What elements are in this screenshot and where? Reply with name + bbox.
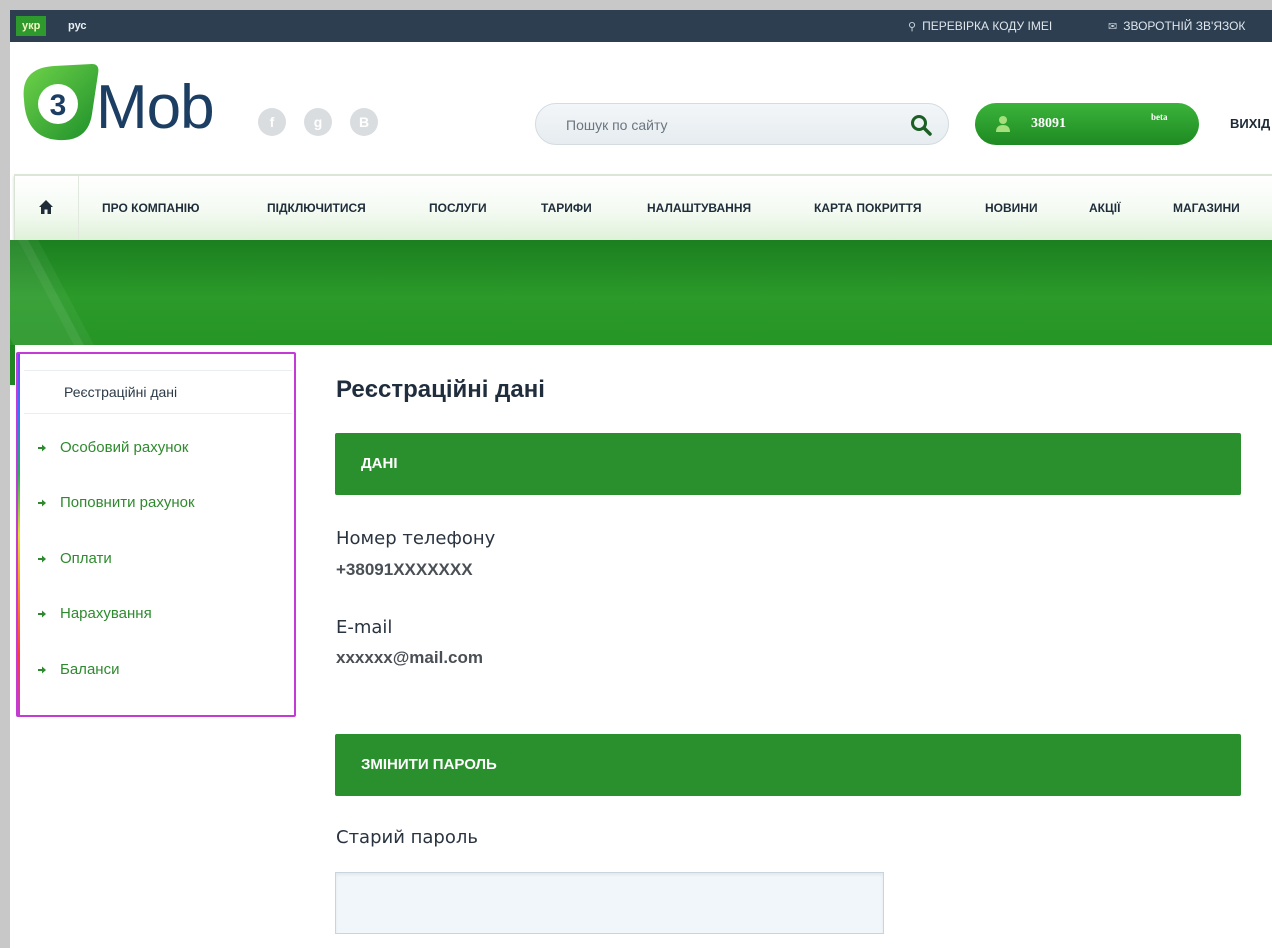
logo-digit: 3: [50, 89, 67, 122]
nav-item-settings[interactable]: НАЛАШТУВАННЯ: [647, 176, 751, 240]
feedback-link[interactable]: ✉ ЗВОРОТНІЙ ЗВ'ЯЗОК: [1108, 10, 1245, 42]
site-search: [535, 103, 949, 145]
beta-badge: beta: [1151, 112, 1168, 122]
sidebar-item-label: Баланси: [60, 661, 120, 678]
user-icon: [996, 116, 1010, 132]
top-utility-bar: укр рус ⚲ ПЕРЕВІРКА КОДУ IMEI ✉ ЗВОРОТНІЙ …: [10, 10, 1272, 42]
email-label: E-mail: [336, 617, 393, 638]
sidebar-item-registration-active[interactable]: Реєстраційні дані: [24, 370, 292, 414]
nav-item-news[interactable]: НОВИНИ: [985, 176, 1038, 240]
logo-text: Mob: [96, 73, 215, 142]
facebook-icon[interactable]: f: [258, 108, 286, 136]
sidebar-item-balances[interactable]: Баланси: [38, 658, 119, 682]
arrow-right-icon: [38, 610, 46, 618]
nav-item-about[interactable]: ПРО КОМПАНІЮ: [102, 176, 199, 240]
sidebar-item-label: Нарахування: [60, 605, 152, 622]
lang-ukr-button[interactable]: укр: [16, 16, 47, 36]
page-root: укр рус ⚲ ПЕРЕВІРКА КОДУ IMEI ✉ ЗВОРОТНІЙ …: [0, 0, 1272, 948]
envelope-icon: ✉: [1108, 21, 1118, 33]
nav-item-promotions[interactable]: АКЦІЇ: [1089, 176, 1120, 240]
data-section-header: ДАНІ: [335, 433, 1241, 495]
window-frame-left: [0, 0, 10, 948]
google-plus-icon[interactable]: g: [304, 108, 332, 136]
phone-label: Номер телефону: [336, 528, 496, 549]
arrow-right-icon: [38, 499, 46, 507]
account-sidebar: Реєстраційні дані Особовий рахунок Попов…: [16, 352, 296, 717]
imei-check-link[interactable]: ⚲ ПЕРЕВІРКА КОДУ IMEI: [908, 10, 1052, 42]
sidebar-item-top-up[interactable]: Поповнити рахунок: [38, 491, 195, 515]
account-number: 38091: [1031, 116, 1066, 131]
nav-item-coverage-map[interactable]: КАРТА ПОКРИТТЯ: [814, 176, 921, 240]
old-password-label: Старий пароль: [336, 827, 478, 848]
nav-item-tariffs[interactable]: ТАРИФИ: [541, 176, 592, 240]
change-password-label: ЗМІНИТИ ПАРОЛЬ: [361, 756, 497, 773]
nav-item-services[interactable]: ПОСЛУГИ: [429, 176, 487, 240]
logo-emblem-icon: 3: [23, 64, 99, 141]
sidebar-item-charges[interactable]: Нарахування: [38, 602, 152, 626]
data-section-label: ДАНІ: [361, 455, 398, 472]
main-navigation: ПРО КОМПАНІЮ ПІДКЛЮЧИТИСЯ ПОСЛУГИ ТАРИФИ…: [14, 174, 1272, 240]
nav-home-button[interactable]: [15, 176, 79, 240]
site-logo[interactable]: 3 Mob: [14, 60, 224, 150]
lang-rus-button[interactable]: рус: [62, 16, 93, 36]
arrow-right-icon: [38, 555, 46, 563]
search-input[interactable]: [566, 114, 896, 136]
feedback-label: ЗВОРОТНІЙ ЗВ'ЯЗОК: [1123, 19, 1246, 33]
arrow-right-icon: [38, 444, 46, 452]
hero-banner: [10, 240, 1272, 345]
phone-value: +38091XXXXXXX: [336, 560, 473, 579]
page-title: Реєстраційні дані: [336, 376, 545, 403]
search-button-icon[interactable]: [908, 112, 934, 138]
sidebar-item-label: Особовий рахунок: [60, 439, 189, 456]
nav-item-connect[interactable]: ПІДКЛЮЧИТИСЯ: [267, 176, 366, 240]
arrow-right-icon: [38, 666, 46, 674]
sidebar-item-payments[interactable]: Оплати: [38, 547, 112, 571]
home-icon: [39, 200, 53, 214]
search-icon: ⚲: [908, 21, 917, 33]
sidebar-item-label: Оплати: [60, 550, 112, 567]
banner-edge-decoration: [10, 345, 15, 385]
email-value: xxxxxx@mail.com: [336, 648, 483, 667]
logout-link[interactable]: ВИХІД: [1230, 103, 1270, 145]
sidebar-item-label: Поповнити рахунок: [60, 494, 195, 511]
change-password-section-header: ЗМІНИТИ ПАРОЛЬ: [335, 734, 1241, 796]
vk-icon[interactable]: B: [350, 108, 378, 136]
account-button[interactable]: 38091 beta: [975, 103, 1199, 145]
sidebar-item-personal-account[interactable]: Особовий рахунок: [38, 436, 188, 460]
imei-check-label: ПЕРЕВІРКА КОДУ IMEI: [922, 19, 1053, 33]
old-password-input[interactable]: [335, 872, 884, 934]
window-frame-top: [0, 0, 1272, 10]
nav-item-shops[interactable]: МАГАЗИНИ: [1173, 176, 1240, 240]
